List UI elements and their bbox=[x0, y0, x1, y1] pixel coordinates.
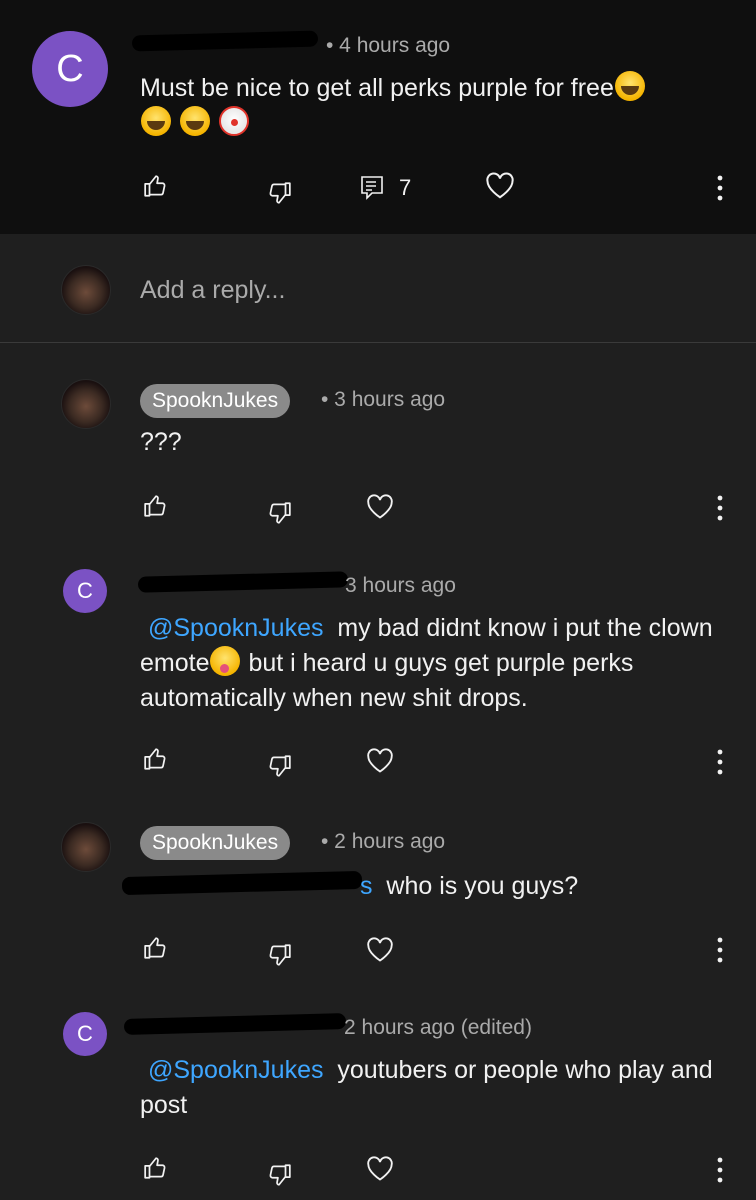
tears-of-joy-emoji-icon bbox=[614, 71, 645, 101]
avatar-letter: C bbox=[77, 1021, 93, 1046]
replies-icon[interactable] bbox=[360, 175, 384, 201]
reply-input[interactable]: Add a reply... bbox=[140, 276, 285, 305]
heart-icon[interactable] bbox=[366, 937, 394, 963]
reply-timestamp: 2 hours ago (edited) bbox=[344, 1016, 532, 1039]
comment-text: Must be nice to get all perks purple for… bbox=[140, 71, 740, 141]
author-chip[interactable]: SpooknJukes bbox=[140, 826, 291, 860]
dislike-icon[interactable] bbox=[266, 180, 292, 206]
more-icon[interactable] bbox=[716, 494, 724, 522]
like-icon[interactable] bbox=[143, 493, 169, 519]
reply-timestamp: • 3 hours ago bbox=[321, 388, 446, 411]
more-icon[interactable] bbox=[716, 748, 724, 776]
tears-of-joy-emoji-icon bbox=[141, 106, 171, 136]
reply-avatar[interactable]: C bbox=[63, 1012, 107, 1056]
like-icon[interactable] bbox=[143, 746, 169, 772]
reply-text: @SpooknJukes youtubers or people who pla… bbox=[140, 1053, 740, 1123]
avatar-letter: C bbox=[56, 47, 84, 90]
mention-link[interactable]: @SpooknJukes bbox=[148, 1056, 323, 1084]
more-icon[interactable] bbox=[716, 174, 724, 202]
reply-timestamp: 3 hours ago bbox=[345, 574, 456, 597]
dislike-icon[interactable] bbox=[266, 753, 292, 779]
reply-text: s who is you guys? bbox=[360, 869, 578, 904]
reply-avatar[interactable] bbox=[61, 822, 111, 872]
heart-icon[interactable] bbox=[485, 172, 515, 200]
dislike-icon[interactable] bbox=[266, 942, 292, 968]
avatar-letter: C bbox=[77, 578, 93, 603]
reply-timestamp: • 2 hours ago bbox=[321, 830, 446, 853]
mention-link[interactable]: @SpooknJukes bbox=[148, 614, 323, 642]
tongue-emoji-icon bbox=[210, 646, 241, 676]
mention-link[interactable]: s bbox=[360, 872, 373, 900]
more-icon[interactable] bbox=[716, 1156, 724, 1184]
heart-icon[interactable] bbox=[366, 494, 394, 520]
reply-avatar[interactable] bbox=[61, 379, 111, 429]
heart-icon[interactable] bbox=[366, 748, 394, 774]
reply-avatar[interactable]: C bbox=[63, 569, 107, 613]
heart-icon[interactable] bbox=[366, 1156, 394, 1182]
reply-text: @SpooknJukes my bad didnt know i put the… bbox=[140, 611, 740, 716]
more-icon[interactable] bbox=[716, 936, 724, 964]
tears-of-joy-emoji-icon bbox=[179, 106, 210, 136]
reply-text: ??? bbox=[140, 428, 182, 456]
like-icon[interactable] bbox=[143, 173, 169, 199]
clown-emoji-icon bbox=[218, 106, 249, 136]
author-chip[interactable]: SpooknJukes bbox=[140, 384, 291, 418]
like-icon[interactable] bbox=[143, 1155, 169, 1181]
dislike-icon[interactable] bbox=[266, 1162, 292, 1188]
commenter-avatar[interactable]: C bbox=[32, 31, 108, 107]
comment-body: Must be nice to get all perks purple for… bbox=[140, 74, 614, 102]
comment-timestamp: • 4 hours ago bbox=[326, 34, 451, 57]
like-icon[interactable] bbox=[143, 935, 169, 961]
redacted-mention bbox=[121, 870, 363, 896]
reply-count: 7 bbox=[399, 175, 412, 200]
divider bbox=[0, 342, 756, 343]
redacted-username bbox=[123, 1013, 347, 1035]
current-user-avatar bbox=[61, 265, 111, 315]
dislike-icon[interactable] bbox=[266, 500, 292, 526]
reply-body: who is you guys? bbox=[386, 872, 579, 900]
redacted-username bbox=[137, 571, 349, 593]
